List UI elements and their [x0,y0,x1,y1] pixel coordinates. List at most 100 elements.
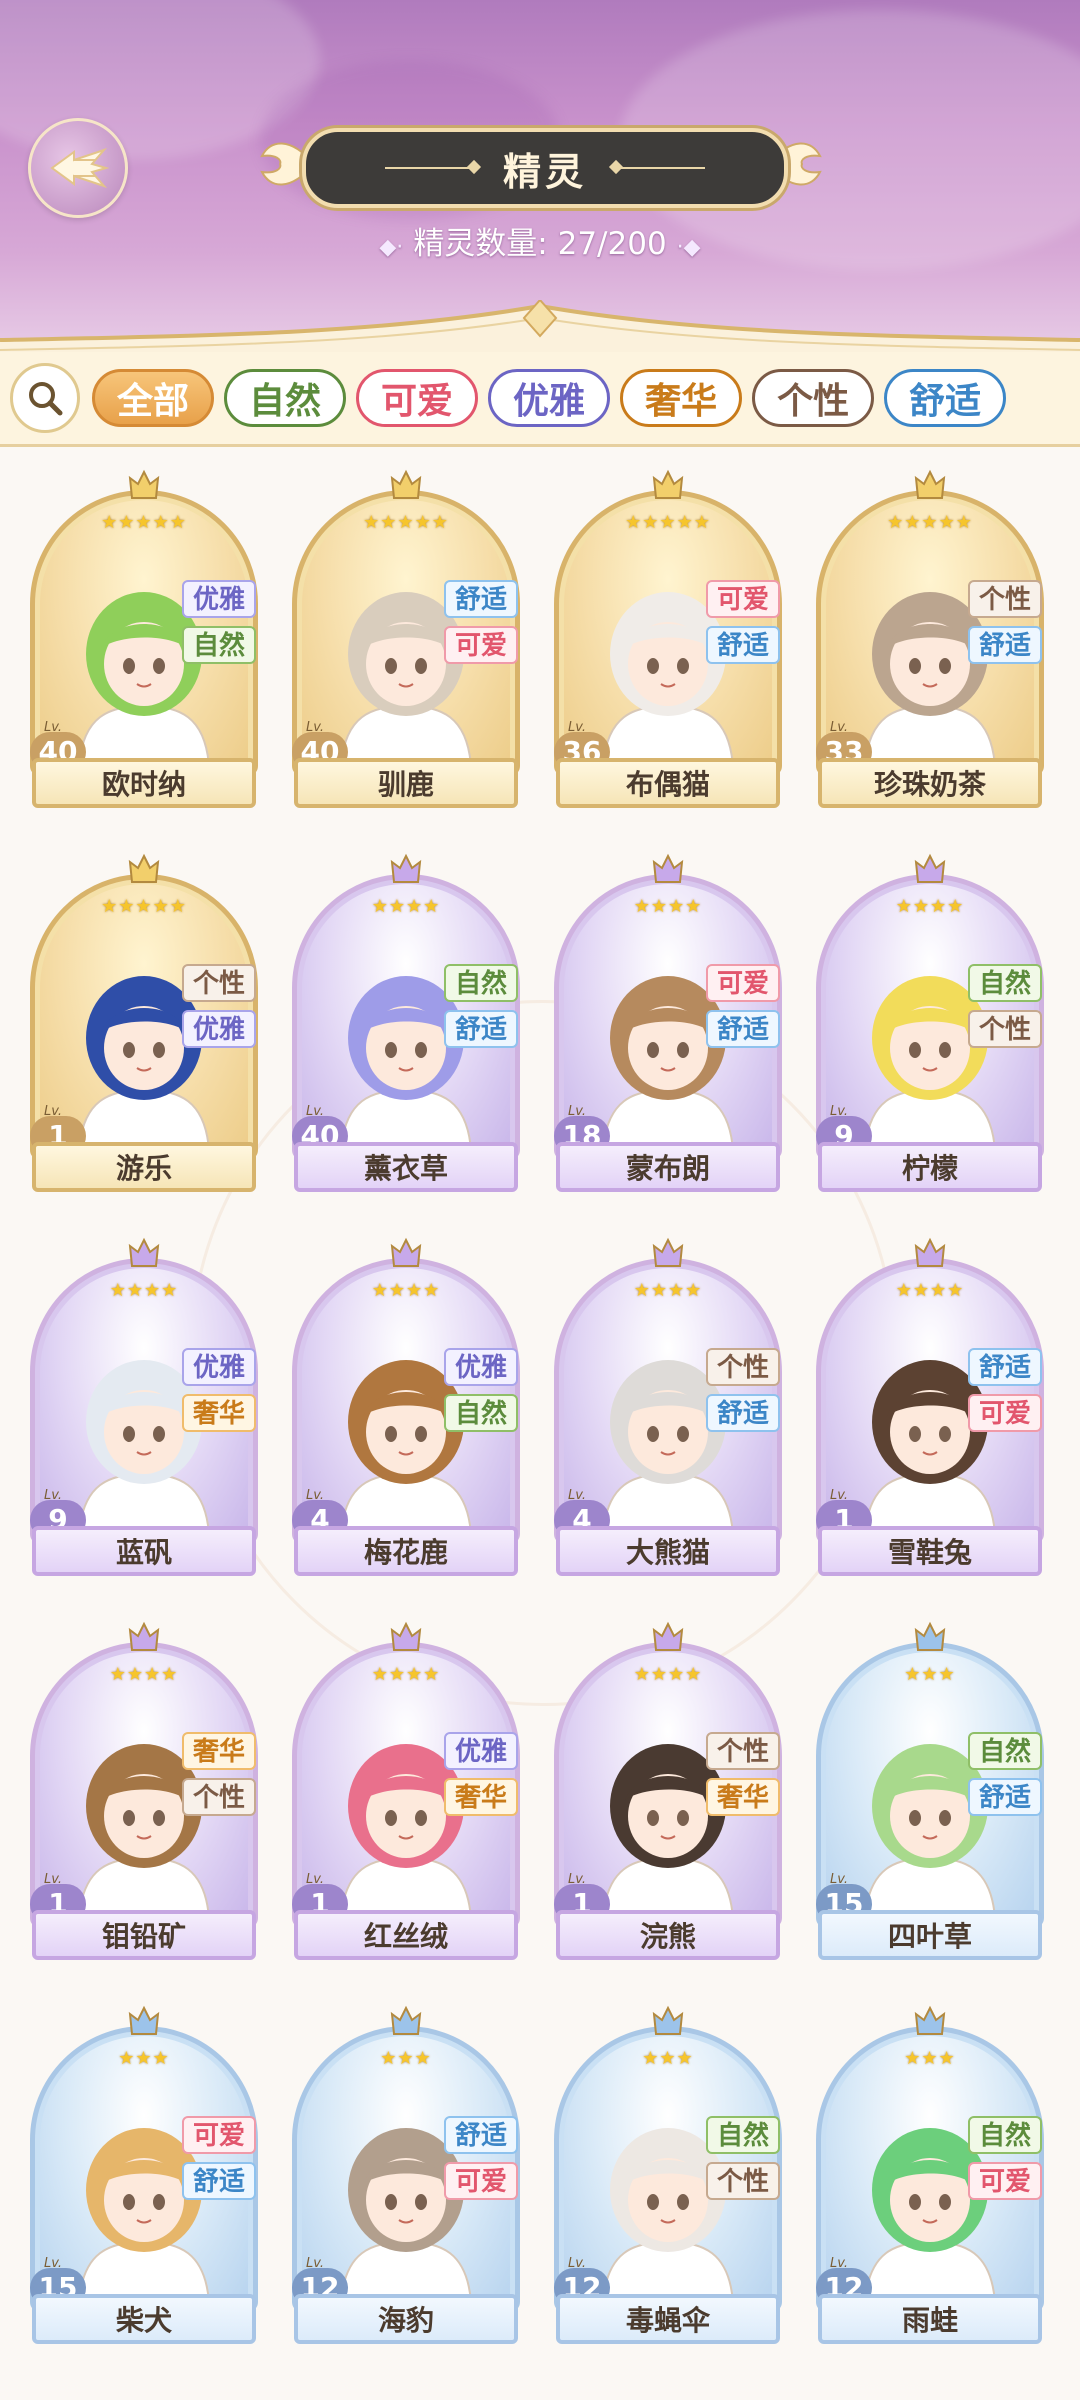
crown-icon [914,1237,946,1267]
tag-badge: 奢华 [182,1732,256,1770]
crown-icon [914,2005,946,2035]
tag-badge: 舒适 [968,1778,1042,1816]
crown-icon [914,853,946,883]
spirit-name: 红丝绒 [294,1910,518,1960]
crown-icon [390,1621,422,1651]
spirit-card[interactable]: ★★★ 自然 个性 Lv. 12 毒蝇伞 [554,2004,782,2344]
star-rating-icon: ★★★★★ [625,512,711,533]
spirit-name: 浣熊 [556,1910,780,1960]
spirit-card[interactable]: ★★★★ 个性 舒适 Lv. 4 大熊猫 [554,1236,782,1576]
star-rating-icon: ★★★★ [371,896,441,917]
spirit-name: 蓝矾 [32,1526,256,1576]
filter-chip-4[interactable]: 奢华 [620,369,743,427]
spirit-name: 海豹 [294,2294,518,2344]
spirit-card[interactable]: ★★★★★ 可爱 舒适 Lv. 36 布偶猫 [554,468,782,808]
title-plate: 精灵 [302,128,788,208]
filter-chip-2[interactable]: 可爱 [356,369,479,427]
tag-badge: 自然 [968,964,1042,1002]
tag-badge: 个性 [706,2162,780,2200]
tag-badge: 优雅 [182,580,256,618]
star-rating-icon: ★★★★★ [101,512,187,533]
spirit-count: 精灵数量: 27/200 [413,226,667,262]
filter-bar: 全部 自然 可爱 优雅 奢华 个性 舒适 [0,352,1080,447]
crown-icon [652,1237,684,1267]
star-rating-icon: ★★★ [904,1664,956,1685]
tag-badge: 优雅 [182,1348,256,1386]
tag-badge: 优雅 [444,1348,518,1386]
tag-badge: 舒适 [706,626,780,664]
spirit-name: 雨蛙 [818,2294,1042,2344]
filter-chip-1[interactable]: 自然 [224,369,347,427]
tag-badge: 舒适 [444,580,518,618]
star-rating-icon: ★★★★★ [101,896,187,917]
spirit-card[interactable]: ★★★★ 优雅 自然 Lv. 4 梅花鹿 [292,1236,520,1576]
tag-badge: 个性 [706,1348,780,1386]
star-rating-icon: ★★★★ [633,896,703,917]
crown-icon [390,1237,422,1267]
star-rating-icon: ★★★★ [371,1664,441,1685]
spirit-card[interactable]: ★★★★★ 个性 舒适 Lv. 33 珍珠奶茶 [816,468,1044,808]
tag-badge: 舒适 [444,1010,518,1048]
spirit-card[interactable]: ★★★ 可爱 舒适 Lv. 15 柴犬 [30,2004,258,2344]
spirit-card[interactable]: ★★★★ 优雅 奢华 Lv. 1 红丝绒 [292,1620,520,1960]
spirit-name: 雪鞋兔 [818,1526,1042,1576]
title-decoration [613,167,705,169]
spirit-card[interactable]: ★★★★★ 优雅 自然 Lv. 40 欧时纳 [30,468,258,808]
spirit-name: 珍珠奶茶 [818,758,1042,808]
spirit-name: 游乐 [32,1142,256,1192]
spirit-name: 钼铅矿 [32,1910,256,1960]
crown-icon [390,2005,422,2035]
spirit-card[interactable]: ★★★★ 舒适 可爱 Lv. 1 雪鞋兔 [816,1236,1044,1576]
crown-icon [652,1621,684,1651]
tag-badge: 舒适 [444,2116,518,2154]
spirit-card[interactable]: ★★★★ 自然 舒适 Lv. 40 薰衣草 [292,852,520,1192]
crown-icon [914,469,946,499]
crown-icon [914,1621,946,1651]
spirit-card[interactable]: ★★★★ 自然 个性 Lv. 9 柠檬 [816,852,1044,1192]
spirit-card[interactable]: ★★★★ 个性 奢华 Lv. 1 浣熊 [554,1620,782,1960]
tag-badge: 舒适 [182,2162,256,2200]
star-rating-icon: ★★★★ [109,1280,179,1301]
spirit-card[interactable]: ★★★★ 可爱 舒适 Lv. 18 蒙布朗 [554,852,782,1192]
filter-chip-0[interactable]: 全部 [92,369,215,427]
spirit-card[interactable]: ★★★ 自然 舒适 Lv. 15 四叶草 [816,1620,1044,1960]
spirit-name: 欧时纳 [32,758,256,808]
tag-badge: 舒适 [706,1010,780,1048]
tag-badge: 自然 [182,626,256,664]
tag-badge: 可爱 [444,2162,518,2200]
tag-badge: 可爱 [444,626,518,664]
spirit-card[interactable]: ★★★★ 优雅 奢华 Lv. 9 蓝矾 [30,1236,258,1576]
tag-badge: 舒适 [968,626,1042,664]
tag-badge: 自然 [444,1394,518,1432]
star-rating-icon: ★★★ [380,2048,432,2069]
filter-chip-3[interactable]: 优雅 [488,369,611,427]
back-button[interactable] [28,118,128,218]
spirit-name: 四叶草 [818,1910,1042,1960]
crown-icon [128,2005,160,2035]
spirit-card[interactable]: ★★★★★ 舒适 可爱 Lv. 40 驯鹿 [292,468,520,808]
arch-ornament [0,300,1080,360]
title-decoration [384,167,477,169]
spirit-card[interactable]: ★★★★★ 个性 优雅 Lv. 1 游乐 [30,852,258,1192]
spirit-card[interactable]: ★★★ 自然 可爱 Lv. 12 雨蛙 [816,2004,1044,2344]
tag-badge: 奢华 [182,1394,256,1432]
search-button[interactable] [10,363,80,433]
star-rating-icon: ★★★★ [109,1664,179,1685]
tag-badge: 自然 [968,2116,1042,2154]
page-title: 精灵 [502,149,587,194]
crown-icon [652,469,684,499]
crown-icon [128,1621,160,1651]
spirit-card[interactable]: ★★★ 舒适 可爱 Lv. 12 海豹 [292,2004,520,2344]
spirit-name: 大熊猫 [556,1526,780,1576]
header-banner: 精灵 ◆· 精灵数量: 27/200 ·◆ [0,0,1080,360]
spirit-card[interactable]: ★★★★ 奢华 个性 Lv. 1 钼铅矿 [30,1620,258,1960]
filter-chip-5[interactable]: 个性 [752,369,875,427]
star-rating-icon: ★★★★ [371,1280,441,1301]
tag-badge: 奢华 [444,1778,518,1816]
star-rating-icon: ★★★ [904,2048,956,2069]
spirit-name: 驯鹿 [294,758,518,808]
diamond-icon: ◆· [379,235,404,260]
tag-badge: 个性 [182,964,256,1002]
filter-chip-6[interactable]: 舒适 [884,369,1007,427]
tag-badge: 舒适 [968,1348,1042,1386]
